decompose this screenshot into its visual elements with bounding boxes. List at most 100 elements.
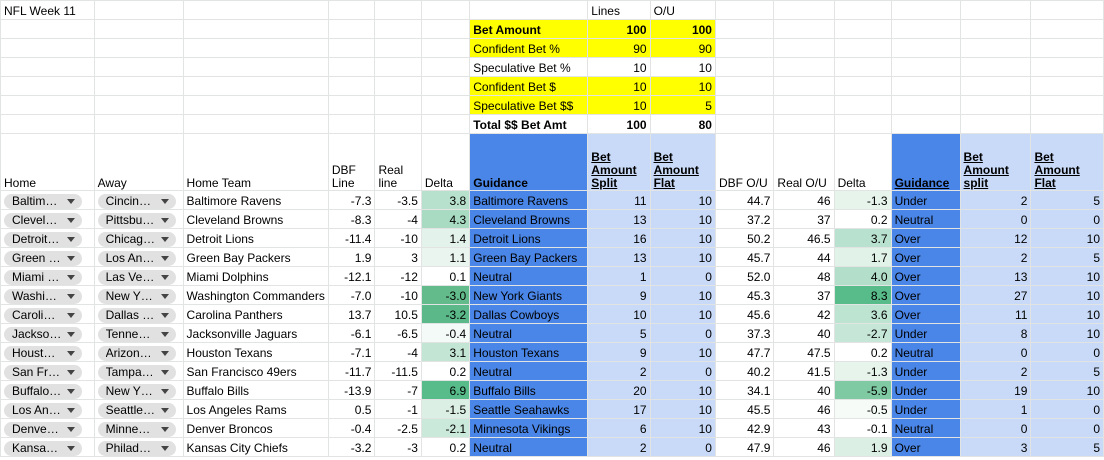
empty-cell[interactable]	[833, 0, 892, 20]
away-dropdown-cell[interactable]: Cincin…	[93, 190, 184, 210]
delta-cell[interactable]: 3.8	[420, 190, 471, 210]
split2-cell[interactable]: 1	[959, 399, 1032, 419]
flat-cell[interactable]: 10	[649, 418, 716, 438]
realou-cell[interactable]: 47.5	[773, 342, 835, 362]
dbfou-cell[interactable]: 50.2	[714, 228, 775, 248]
dbf-cell[interactable]: -11.7	[327, 361, 376, 381]
flat-cell[interactable]: 10	[649, 228, 716, 248]
flat-cell[interactable]: 10	[649, 342, 716, 362]
delta-cell[interactable]: -1.5	[420, 399, 471, 419]
guide-cell[interactable]: Neutral	[469, 323, 589, 343]
column-header[interactable]: Bet Amount Flat	[649, 133, 716, 191]
realou-cell[interactable]: 44	[773, 247, 835, 267]
realou-cell[interactable]: 46	[773, 399, 835, 419]
away-dropdown-cell[interactable]: Tenne…	[93, 323, 184, 343]
empty-cell[interactable]	[0, 114, 95, 134]
guide2-cell[interactable]: Neutral	[890, 342, 961, 362]
empty-cell[interactable]	[93, 95, 184, 115]
flat2-cell[interactable]: 5	[1030, 190, 1104, 210]
realou-cell[interactable]: 46	[773, 190, 835, 210]
away-team-dropdown[interactable]: Arizon…	[97, 346, 176, 361]
summary-lines[interactable]: 10	[587, 76, 651, 96]
flat2-cell[interactable]: 5	[1030, 247, 1104, 267]
summary-label[interactable]: Speculative Bet $$	[469, 95, 589, 115]
flat2-cell[interactable]: 10	[1030, 266, 1104, 286]
dropdown-arrow-icon[interactable]	[160, 199, 169, 204]
delta2-cell[interactable]: -2.7	[833, 323, 892, 343]
empty-cell[interactable]	[714, 95, 775, 115]
column-header[interactable]: Bet Amount split	[959, 133, 1032, 191]
delta2-cell[interactable]: -1.3	[833, 190, 892, 210]
sheet-title[interactable]: NFL Week 11	[0, 0, 95, 20]
summary-header-ou[interactable]: O/U	[649, 0, 716, 20]
dbf-cell[interactable]: -12.1	[327, 266, 376, 286]
dropdown-arrow-icon[interactable]	[160, 218, 169, 223]
realou-cell[interactable]: 41.5	[773, 361, 835, 381]
away-team-dropdown[interactable]: Tenne…	[97, 327, 176, 342]
summary-label[interactable]: Confident Bet %	[469, 38, 589, 58]
guide2-cell[interactable]: Under	[890, 380, 961, 400]
flat2-cell[interactable]: 10	[1030, 304, 1104, 324]
guide-cell[interactable]: Detroit Lions	[469, 228, 589, 248]
dbfou-cell[interactable]: 34.1	[714, 380, 775, 400]
home-team-dropdown[interactable]: Kansa…	[4, 441, 82, 456]
dbf-cell[interactable]: 13.7	[327, 304, 376, 324]
summary-label[interactable]: Total $$ Bet Amt	[469, 114, 589, 134]
dbfou-cell[interactable]: 40.2	[714, 361, 775, 381]
empty-cell[interactable]	[773, 19, 835, 39]
empty-cell[interactable]	[0, 19, 95, 39]
empty-cell[interactable]	[959, 76, 1032, 96]
empty-cell[interactable]	[773, 57, 835, 77]
team-cell[interactable]: Jacksonville Jaguars	[182, 323, 329, 343]
flat-cell[interactable]: 10	[649, 380, 716, 400]
empty-cell[interactable]	[714, 38, 775, 58]
split-cell[interactable]: 2	[587, 361, 651, 381]
guide-cell[interactable]: Neutral	[469, 266, 589, 286]
guide2-cell[interactable]: Under	[890, 190, 961, 210]
delta2-cell[interactable]: 3.6	[833, 304, 892, 324]
split-cell[interactable]: 13	[587, 247, 651, 267]
away-team-dropdown[interactable]: New Y…	[97, 289, 176, 304]
away-dropdown-cell[interactable]: Las Ve…	[93, 266, 184, 286]
team-cell[interactable]: Detroit Lions	[182, 228, 329, 248]
realou-cell[interactable]: 46	[773, 437, 835, 457]
dropdown-arrow-icon[interactable]	[160, 446, 169, 451]
empty-cell[interactable]	[374, 0, 422, 20]
home-team-dropdown[interactable]: Washi…	[4, 289, 82, 304]
guide-cell[interactable]: Green Bay Packers	[469, 247, 589, 267]
away-dropdown-cell[interactable]: Tampa…	[93, 361, 184, 381]
empty-cell[interactable]	[1030, 76, 1104, 96]
empty-cell[interactable]	[93, 76, 184, 96]
dropdown-arrow-icon[interactable]	[160, 351, 169, 356]
home-team-dropdown[interactable]: Detroit…	[4, 232, 82, 247]
home-dropdown-cell[interactable]: San Fr…	[0, 361, 95, 381]
empty-cell[interactable]	[959, 38, 1032, 58]
team-cell[interactable]: Baltimore Ravens	[182, 190, 329, 210]
split2-cell[interactable]: 19	[959, 380, 1032, 400]
split2-cell[interactable]: 27	[959, 285, 1032, 305]
dropdown-arrow-icon[interactable]	[67, 237, 75, 242]
empty-cell[interactable]	[420, 76, 471, 96]
delta2-cell[interactable]: 0.2	[833, 342, 892, 362]
real-cell[interactable]: -6.5	[374, 323, 422, 343]
flat-cell[interactable]: 0	[649, 266, 716, 286]
split2-cell[interactable]: 0	[959, 342, 1032, 362]
flat2-cell[interactable]: 0	[1030, 342, 1104, 362]
home-dropdown-cell[interactable]: Los An…	[0, 399, 95, 419]
empty-cell[interactable]	[420, 114, 471, 134]
home-team-dropdown[interactable]: Miami …	[4, 270, 82, 285]
column-header[interactable]: DBF Line	[327, 133, 376, 191]
delta2-cell[interactable]: -0.1	[833, 418, 892, 438]
summary-ou[interactable]: 80	[649, 114, 716, 134]
flat2-cell[interactable]: 5	[1030, 437, 1104, 457]
home-dropdown-cell[interactable]: Caroli…	[0, 304, 95, 324]
column-header[interactable]: Guidance	[890, 133, 961, 191]
empty-cell[interactable]	[890, 95, 961, 115]
dbfou-cell[interactable]: 45.6	[714, 304, 775, 324]
real-cell[interactable]: -10	[374, 228, 422, 248]
column-header[interactable]: Home	[0, 133, 95, 191]
delta2-cell[interactable]: -5.9	[833, 380, 892, 400]
delta2-cell[interactable]: -1.3	[833, 361, 892, 381]
dbf-cell[interactable]: -7.1	[327, 342, 376, 362]
realou-cell[interactable]: 42	[773, 304, 835, 324]
